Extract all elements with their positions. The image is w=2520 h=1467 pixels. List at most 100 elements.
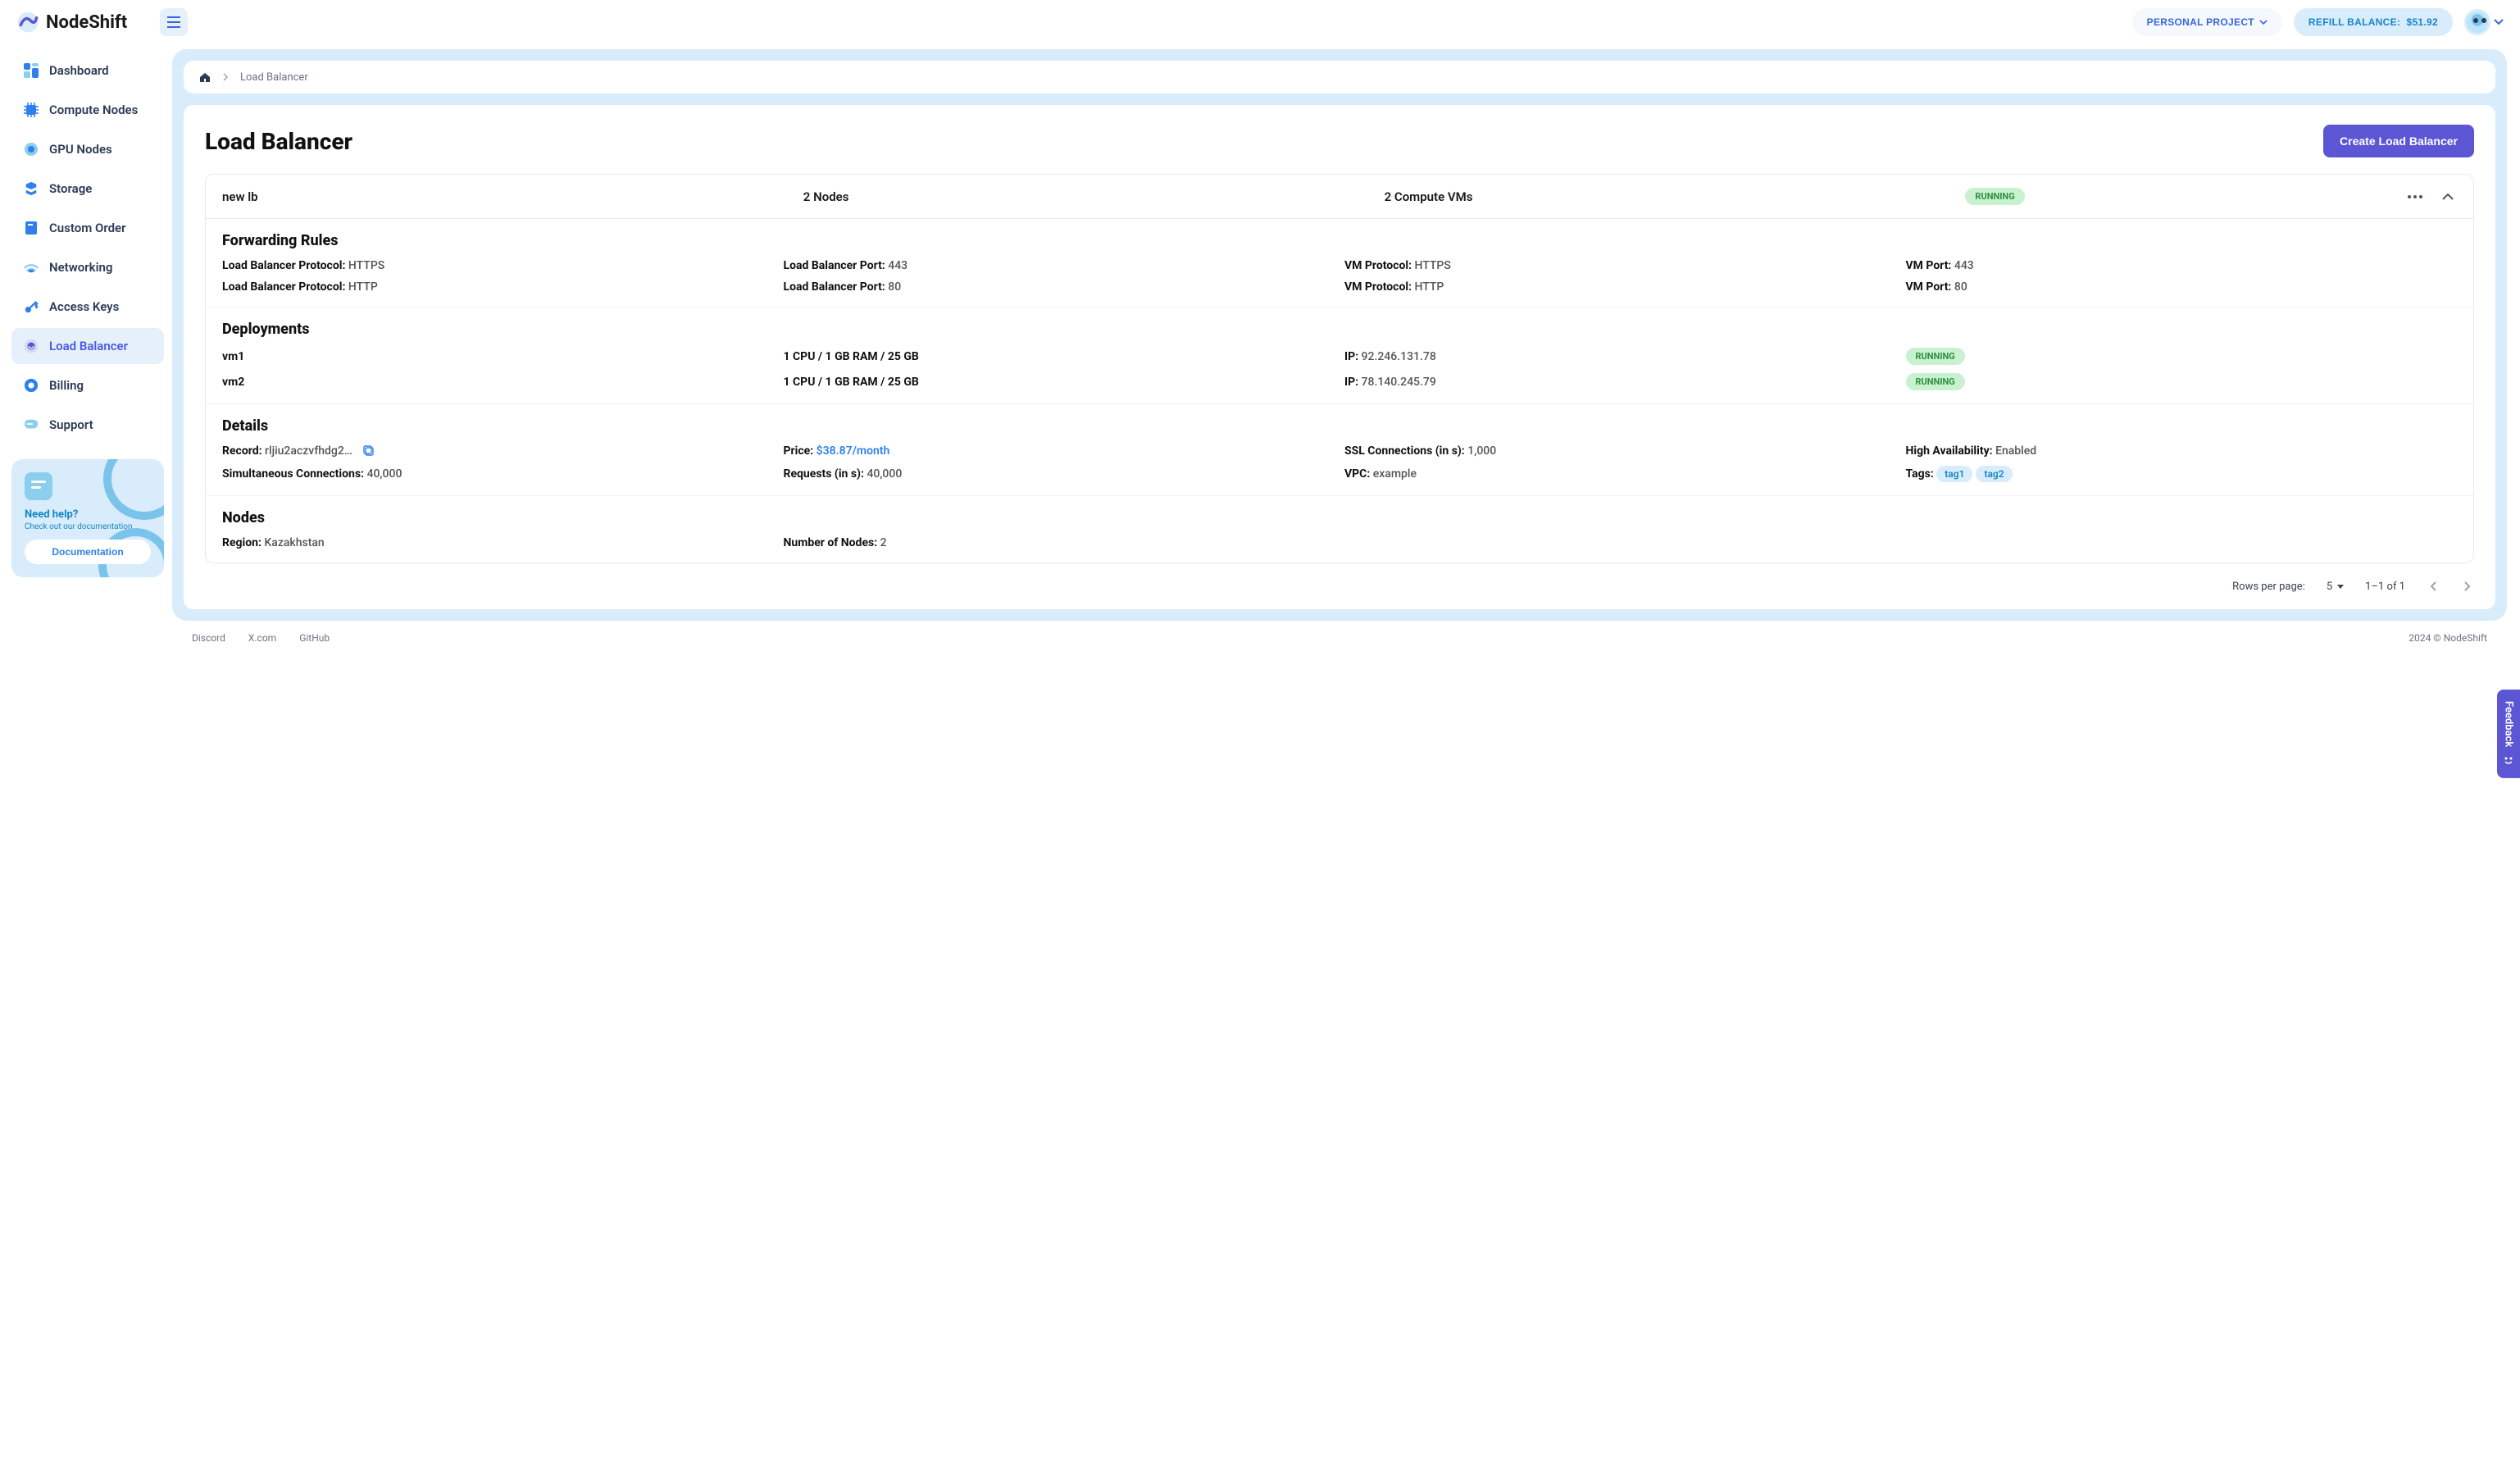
project-selector[interactable]: PERSONAL PROJECT bbox=[2132, 8, 2282, 36]
footer-link-discord[interactable]: Discord bbox=[192, 632, 225, 644]
sidebar-item-storage[interactable]: Storage bbox=[11, 171, 164, 207]
sidebar-item-label: Support bbox=[49, 417, 93, 432]
avatar-icon bbox=[2464, 9, 2490, 35]
documentation-button[interactable]: Documentation bbox=[25, 540, 151, 564]
tag-pill[interactable]: tag1 bbox=[1936, 466, 1972, 482]
sim-conn-value: 40,000 bbox=[366, 467, 402, 481]
help-subtitle: Check out our documentation bbox=[25, 522, 151, 531]
dots-horizontal-icon bbox=[2408, 195, 2422, 198]
sidebar-item-label: Access Keys bbox=[49, 299, 119, 314]
forwarding-rule-row: Load Balancer Protocol: HTTPLoad Balance… bbox=[222, 280, 2457, 294]
project-label: PERSONAL PROJECT bbox=[2147, 16, 2254, 28]
node-count-value: 2 bbox=[880, 536, 887, 549]
section-title: Details bbox=[222, 417, 2457, 435]
tags-label: Tags: bbox=[1906, 467, 1934, 481]
help-card: Need help? Check out our documentation D… bbox=[11, 459, 164, 577]
chevron-up-icon bbox=[2442, 193, 2454, 200]
region-label: Region: bbox=[222, 536, 262, 549]
breadcrumb: Load Balancer bbox=[184, 61, 2495, 93]
sidebar-item-gpu-nodes[interactable]: GPU Nodes bbox=[11, 131, 164, 167]
more-actions-button[interactable] bbox=[2404, 192, 2426, 202]
tag-pill[interactable]: tag2 bbox=[1976, 466, 2012, 482]
requests-label: Requests (in s): bbox=[784, 467, 864, 481]
ssl-value: 1,000 bbox=[1467, 444, 1496, 458]
sidebar-item-access-keys[interactable]: Access Keys bbox=[11, 289, 164, 325]
chevron-right-icon bbox=[2464, 581, 2471, 591]
prev-page-button[interactable] bbox=[2427, 578, 2440, 595]
vm-name: vm1 bbox=[222, 350, 774, 363]
home-icon[interactable] bbox=[198, 71, 212, 84]
storage-icon bbox=[23, 180, 39, 197]
footer-copyright: 2024 © NodeShift bbox=[2409, 632, 2487, 644]
support-icon bbox=[23, 417, 39, 433]
lb-compute-count: 2 Compute VMs bbox=[1385, 189, 1953, 204]
vm-ip: 78.140.245.79 bbox=[1362, 376, 1436, 389]
sidebar-item-label: Compute Nodes bbox=[49, 103, 138, 117]
status-badge: RUNNING bbox=[1965, 188, 2024, 205]
sidebar-item-dashboard[interactable]: Dashboard bbox=[11, 52, 164, 89]
sidebar-item-label: Custom Order bbox=[49, 221, 126, 235]
status-badge: RUNNING bbox=[1906, 348, 1965, 365]
deployment-row: vm21 CPU / 1 GB RAM / 25 GBIP: 78.140.24… bbox=[222, 373, 2457, 390]
sidebar-item-support[interactable]: Support bbox=[11, 407, 164, 443]
feedback-tab[interactable]: Feedback bbox=[2497, 689, 2520, 777]
breadcrumb-current: Load Balancer bbox=[240, 71, 308, 84]
next-page-button[interactable] bbox=[2461, 578, 2474, 595]
content-card: Load Balancer Create Load Balancer new l… bbox=[184, 105, 2495, 609]
order-icon bbox=[23, 220, 39, 236]
help-title: Need help? bbox=[25, 508, 151, 521]
footer-link-github[interactable]: GitHub bbox=[299, 632, 330, 644]
balance-prefix: REFILL BALANCE: bbox=[2308, 16, 2400, 28]
copy-record-button[interactable] bbox=[363, 445, 375, 457]
networking-icon bbox=[23, 259, 39, 276]
sidebar: Dashboard Compute Nodes GPU Nodes Storage Cu… bbox=[0, 44, 172, 1467]
sidebar-item-custom-order[interactable]: Custom Order bbox=[11, 210, 164, 246]
logo-icon bbox=[16, 11, 39, 34]
sidebar-item-label: Load Balancer bbox=[49, 339, 128, 353]
doc-icon bbox=[25, 472, 52, 500]
create-load-balancer-button[interactable]: Create Load Balancer bbox=[2323, 125, 2474, 157]
details-section: Details Record: rljiu2aczvfhdg2rb… Price… bbox=[206, 404, 2473, 496]
section-title: Forwarding Rules bbox=[222, 232, 2457, 249]
lb-summary-row[interactable]: new lb 2 Nodes 2 Compute VMs RUNNING bbox=[206, 175, 2473, 219]
ha-label: High Availability: bbox=[1906, 444, 1993, 458]
record-label: Record: bbox=[222, 444, 262, 458]
forwarding-rule-row: Load Balancer Protocol: HTTPSLoad Balanc… bbox=[222, 259, 2457, 272]
caret-down-icon bbox=[2337, 585, 2344, 589]
section-title: Nodes bbox=[222, 509, 2457, 526]
chevron-left-icon bbox=[2430, 581, 2436, 591]
pagination: Rows per page: 5 1–1 of 1 bbox=[205, 578, 2474, 595]
sidebar-item-label: Billing bbox=[49, 378, 84, 393]
keys-icon bbox=[23, 298, 39, 315]
sidebar-item-load-balancer[interactable]: Load Balancer bbox=[11, 328, 164, 364]
gpu-icon bbox=[23, 141, 39, 157]
user-menu[interactable] bbox=[2464, 9, 2504, 35]
billing-icon bbox=[23, 377, 39, 394]
copy-icon bbox=[363, 445, 375, 457]
menu-toggle-button[interactable] bbox=[160, 8, 188, 36]
deployment-row: vm11 CPU / 1 GB RAM / 25 GBIP: 92.246.13… bbox=[222, 348, 2457, 365]
footer: Discord X.com GitHub 2024 © NodeShift bbox=[172, 621, 2507, 655]
sidebar-item-billing[interactable]: Billing bbox=[11, 367, 164, 403]
lb-nodes-count: 2 Nodes bbox=[803, 189, 1371, 204]
footer-link-xcom[interactable]: X.com bbox=[248, 632, 276, 644]
nodes-section: Nodes Region: Kazakhstan Number of Nodes… bbox=[206, 496, 2473, 563]
sidebar-item-label: Storage bbox=[49, 181, 92, 196]
section-title: Deployments bbox=[222, 321, 2457, 338]
refill-balance-button[interactable]: REFILL BALANCE: $51.92 bbox=[2294, 8, 2453, 36]
sidebar-item-networking[interactable]: Networking bbox=[11, 249, 164, 285]
sidebar-item-label: GPU Nodes bbox=[49, 142, 112, 157]
topbar: NodeShift PERSONAL PROJECT REFILL BALANC… bbox=[0, 0, 2520, 44]
logo[interactable]: NodeShift bbox=[16, 11, 127, 34]
rows-per-page-select[interactable]: 5 bbox=[2327, 581, 2344, 593]
record-value: rljiu2aczvfhdg2rb… bbox=[265, 444, 355, 458]
page-title: Load Balancer bbox=[205, 128, 353, 155]
vm-ip: 92.246.131.78 bbox=[1362, 350, 1436, 363]
hamburger-icon bbox=[167, 16, 180, 28]
rows-per-page-label: Rows per page: bbox=[2232, 581, 2305, 593]
rows-per-page-value: 5 bbox=[2327, 581, 2332, 593]
collapse-button[interactable] bbox=[2439, 189, 2457, 203]
sidebar-item-compute-nodes[interactable]: Compute Nodes bbox=[11, 92, 164, 128]
compute-icon bbox=[23, 102, 39, 118]
forwarding-rules-section: Forwarding Rules Load Balancer Protocol:… bbox=[206, 219, 2473, 308]
